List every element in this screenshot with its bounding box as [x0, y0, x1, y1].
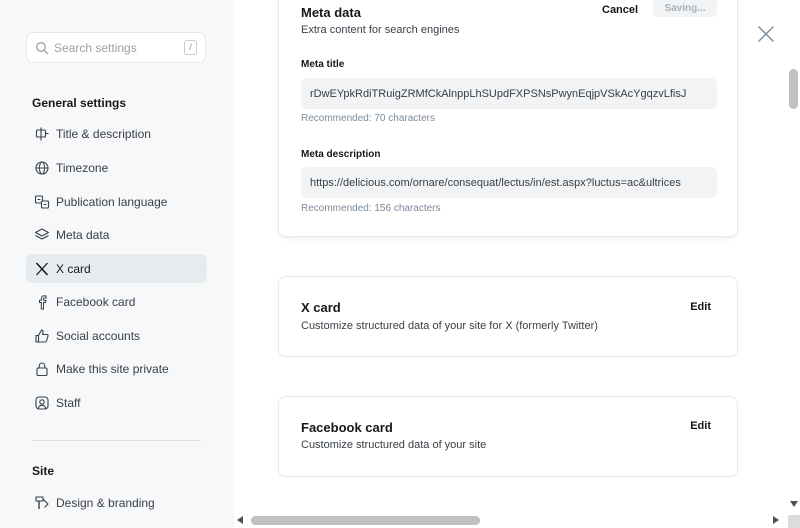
meta-description-label: Meta description [301, 149, 381, 160]
group-title-site: Site [32, 464, 55, 478]
meta-description-input[interactable] [301, 167, 717, 198]
sidebar-item-title-description[interactable]: Title & description [26, 119, 207, 148]
group-title-general-settings: General settings [32, 96, 127, 110]
staff-icon [35, 395, 49, 410]
sidebar-item-label: Timezone [56, 160, 109, 175]
thumbs-up-icon [35, 328, 49, 343]
settings-sidebar: / General settings Title & description T… [0, 0, 234, 528]
scroll-right-arrow-icon[interactable] [773, 516, 779, 524]
vertical-scrollbar[interactable] [788, 0, 800, 515]
x-logo-icon [35, 261, 49, 276]
layers-icon [34, 227, 50, 240]
sidebar-item-label: Title & description [56, 126, 151, 141]
lock-icon [36, 361, 48, 376]
meta-data-title: Meta data [301, 5, 361, 20]
paintbrush-icon [35, 495, 49, 509]
sidebar-item-label: Staff [56, 395, 81, 410]
sidebar-divider [32, 440, 201, 441]
sidebar-item-label: Publication language [56, 194, 168, 209]
language-icon [34, 194, 50, 209]
search-icon [36, 42, 49, 55]
facebook-card-edit-button[interactable]: Edit [690, 420, 711, 432]
sidebar-item-label: Social accounts [56, 328, 141, 343]
search-box[interactable]: / [26, 32, 206, 63]
facebook-card-description: Customize structured data of your site [301, 439, 487, 451]
sidebar-item-staff[interactable]: Staff [26, 388, 207, 417]
scroll-left-arrow-icon[interactable] [237, 516, 243, 524]
x-card-description: Customize structured data of your site f… [301, 320, 598, 332]
sidebar-item-label: Design & branding [56, 495, 155, 510]
saving-button[interactable]: Saving... [653, 0, 717, 17]
scrollbar-corner [788, 515, 800, 528]
meta-data-card: Meta data Extra content for search engin… [278, 0, 738, 237]
sidebar-item-timezone[interactable]: Timezone [26, 153, 207, 182]
settings-content: Meta data Extra content for search engin… [234, 0, 788, 515]
facebook-card-title: Facebook card [301, 420, 393, 435]
meta-title-hint: Recommended: 70 characters [301, 113, 435, 124]
sidebar-item-social-accounts[interactable]: Social accounts [26, 321, 207, 350]
sidebar-item-label: Meta data [56, 227, 110, 242]
close-icon[interactable] [757, 25, 775, 43]
sidebar-item-label: X card [56, 261, 91, 276]
sidebar-item-meta-data[interactable]: Meta data [26, 220, 207, 249]
title-icon [35, 127, 49, 140]
sidebar-item-facebook-card[interactable]: Facebook card [26, 287, 207, 316]
facebook-card-section: Facebook card Customize structured data … [278, 396, 738, 477]
sidebar-item-make-site-private[interactable]: Make this site private [26, 354, 207, 383]
sidebar-item-design-branding[interactable]: Design & branding [26, 488, 207, 517]
sidebar-item-publication-language[interactable]: Publication language [26, 187, 207, 216]
sidebar-item-x-card[interactable]: X card [26, 254, 207, 283]
scroll-down-arrow-icon[interactable] [790, 501, 798, 507]
x-card-edit-button[interactable]: Edit [690, 301, 711, 313]
horizontal-scrollbar-thumb[interactable] [251, 516, 480, 525]
meta-data-description: Extra content for search engines [301, 24, 460, 36]
sidebar-item-label: Make this site private [56, 361, 169, 376]
horizontal-scrollbar[interactable] [234, 514, 788, 528]
x-card-section: X card Customize structured data of your… [278, 276, 738, 357]
search-shortcut-key: / [184, 40, 197, 55]
vertical-scrollbar-thumb[interactable] [789, 69, 798, 109]
globe-icon [35, 160, 49, 175]
meta-title-label: Meta title [301, 59, 345, 70]
facebook-icon [39, 294, 47, 309]
cancel-button[interactable]: Cancel [602, 4, 638, 16]
meta-description-hint: Recommended: 156 characters [301, 203, 441, 214]
x-card-title: X card [301, 300, 341, 315]
meta-title-input[interactable] [301, 78, 717, 109]
search-input[interactable] [54, 39, 184, 57]
sidebar-item-label: Facebook card [56, 294, 136, 309]
